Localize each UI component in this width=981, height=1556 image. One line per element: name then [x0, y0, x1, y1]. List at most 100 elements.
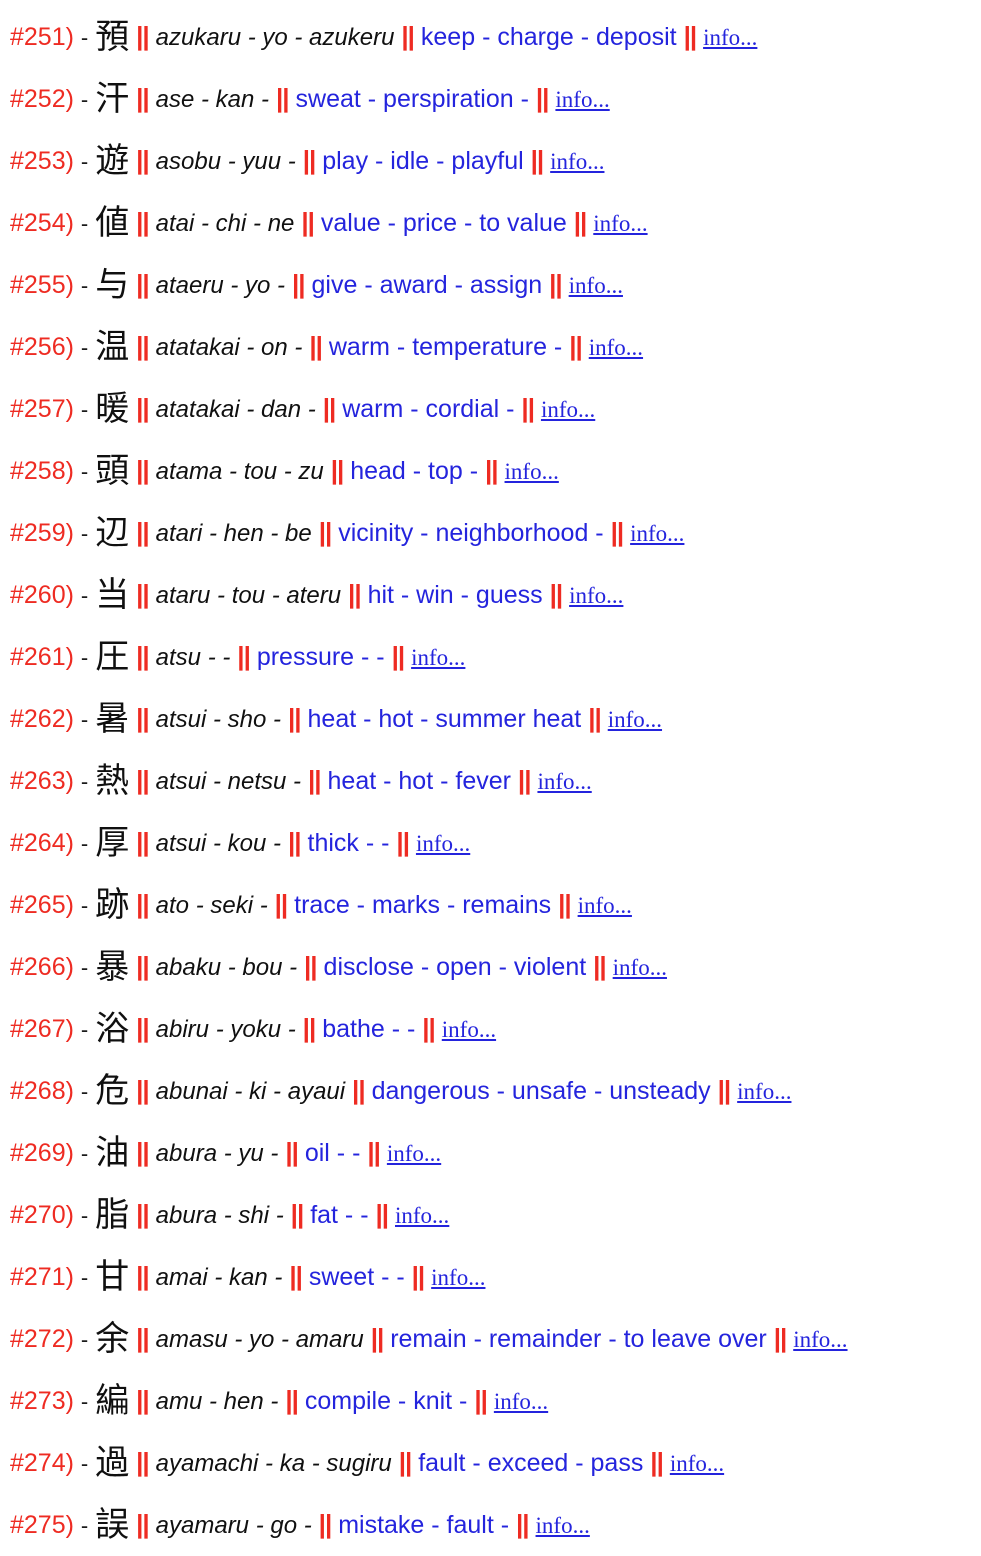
- romaji-reading: atai - chi - ne: [155, 210, 295, 237]
- field-separator: ||: [717, 1075, 732, 1105]
- romaji-reading: atatakai - dan -: [155, 396, 316, 423]
- kanji-entry-row: #271) - 甘 || amai - kan - || sweet - - |…: [10, 1246, 971, 1308]
- english-meaning: warm - temperature -: [328, 333, 563, 361]
- field-separator: ||: [136, 1013, 150, 1043]
- field-separator: ||: [318, 517, 333, 547]
- romaji-reading: azukaru - yo - azukeru: [155, 24, 395, 51]
- kanji-character: 油: [95, 1133, 130, 1173]
- entry-number: #264): [10, 829, 74, 857]
- kanji-entry-row: #268) - 危 || abunai - ki - ayaui || dang…: [10, 1060, 971, 1122]
- field-separator: ||: [516, 1509, 530, 1539]
- kanji-character: 危: [95, 1071, 130, 1111]
- kanji-entry-row: #264) - 厚 || atsui - kou - || thick - - …: [10, 812, 971, 874]
- entry-number: #271): [10, 1263, 74, 1291]
- kanji-entry-list: #251) - 預 || azukaru - yo - azukeru || k…: [0, 0, 981, 1556]
- entry-number: #275): [10, 1511, 74, 1539]
- field-separator: ||: [290, 1199, 305, 1229]
- field-separator: ||: [535, 83, 550, 113]
- entry-number: #260): [10, 581, 74, 609]
- kanji-character: 当: [95, 575, 130, 615]
- entry-number: #255): [10, 271, 74, 299]
- field-separator: ||: [136, 641, 150, 671]
- info-link[interactable]: info...: [505, 459, 559, 484]
- english-meaning: trace - marks - remains: [294, 891, 552, 919]
- english-meaning: warm - cordial -: [342, 395, 515, 423]
- info-link[interactable]: info...: [555, 87, 609, 112]
- field-separator: ||: [237, 641, 251, 671]
- field-separator: ||: [330, 455, 345, 485]
- field-separator: ||: [136, 21, 150, 51]
- info-link[interactable]: info...: [569, 273, 623, 298]
- info-link[interactable]: info...: [494, 1389, 548, 1414]
- kanji-entry-row: #255) - 与 || ataeru - yo - || give - awa…: [10, 254, 971, 316]
- field-separator: ||: [422, 1013, 436, 1043]
- field-separator: ||: [289, 1261, 303, 1291]
- romaji-reading: amai - kan -: [155, 1264, 283, 1291]
- field-separator: ||: [136, 579, 150, 609]
- info-link[interactable]: info...: [387, 1141, 441, 1166]
- english-meaning: remain - remainder - to leave over: [390, 1325, 767, 1353]
- field-separator: ||: [558, 889, 572, 919]
- info-link[interactable]: info...: [593, 211, 647, 236]
- romaji-reading: abunai - ki - ayaui: [155, 1078, 346, 1105]
- field-separator: ||: [302, 145, 317, 175]
- field-separator: ||: [530, 145, 545, 175]
- entry-number: #267): [10, 1015, 74, 1043]
- info-link[interactable]: info...: [537, 769, 591, 794]
- info-link[interactable]: info...: [536, 1513, 590, 1538]
- kanji-character: 跡: [95, 885, 130, 925]
- kanji-entry-row: #259) - 辺 || atari - hen - be || vicinit…: [10, 502, 971, 564]
- info-link[interactable]: info...: [608, 707, 662, 732]
- info-link[interactable]: info...: [569, 583, 623, 608]
- kanji-character: 圧: [95, 637, 130, 677]
- english-meaning: sweet - -: [308, 1263, 405, 1291]
- field-separator: ||: [274, 889, 289, 919]
- info-link[interactable]: info...: [442, 1017, 496, 1042]
- field-separator: ||: [136, 517, 150, 547]
- info-link[interactable]: info...: [613, 955, 667, 980]
- info-link[interactable]: info...: [416, 831, 470, 856]
- english-meaning: dangerous - unsafe - unsteady: [371, 1077, 711, 1105]
- kanji-character: 浴: [95, 1009, 130, 1049]
- entry-number: #265): [10, 891, 74, 919]
- english-meaning: fat - -: [310, 1201, 369, 1229]
- field-separator: ||: [549, 269, 563, 299]
- english-meaning: sweat - perspiration -: [295, 85, 529, 113]
- kanji-character: 遊: [95, 141, 130, 181]
- field-separator: ||: [322, 393, 337, 423]
- kanji-character: 温: [95, 327, 130, 367]
- info-link[interactable]: info...: [589, 335, 643, 360]
- field-separator: ||: [136, 1447, 150, 1477]
- romaji-reading: ayamaru - go -: [155, 1512, 312, 1539]
- kanji-character: 熱: [95, 761, 130, 801]
- info-link[interactable]: info...: [541, 397, 595, 422]
- kanji-entry-row: #256) - 温 || atatakai - on - || warm - t…: [10, 316, 971, 378]
- info-link[interactable]: info...: [411, 645, 465, 670]
- entry-number: #261): [10, 643, 74, 671]
- info-link[interactable]: info...: [578, 893, 632, 918]
- info-link[interactable]: info...: [737, 1079, 791, 1104]
- field-separator: ||: [136, 1261, 150, 1291]
- info-link[interactable]: info...: [550, 149, 604, 174]
- romaji-reading: asobu - yuu -: [155, 148, 296, 175]
- entry-number: #251): [10, 23, 74, 51]
- info-link[interactable]: info...: [670, 1451, 724, 1476]
- entry-number: #257): [10, 395, 74, 423]
- info-link[interactable]: info...: [703, 25, 757, 50]
- info-link[interactable]: info...: [630, 521, 684, 546]
- entry-number: #273): [10, 1387, 74, 1415]
- info-link[interactable]: info...: [793, 1327, 847, 1352]
- kanji-character: 余: [95, 1319, 130, 1359]
- field-separator: ||: [401, 21, 415, 51]
- kanji-entry-row: #265) - 跡 || ato - seki - || trace - mar…: [10, 874, 971, 936]
- field-separator: ||: [309, 331, 323, 361]
- kanji-character: 汗: [95, 79, 130, 119]
- info-link[interactable]: info...: [395, 1203, 449, 1228]
- field-separator: ||: [474, 1385, 488, 1415]
- field-separator: ||: [136, 393, 150, 423]
- info-link[interactable]: info...: [431, 1265, 485, 1290]
- kanji-entry-row: #251) - 預 || azukaru - yo - azukeru || k…: [10, 6, 971, 68]
- english-meaning: fault - exceed - pass: [418, 1449, 644, 1477]
- entry-number: #266): [10, 953, 74, 981]
- entry-number: #270): [10, 1201, 74, 1229]
